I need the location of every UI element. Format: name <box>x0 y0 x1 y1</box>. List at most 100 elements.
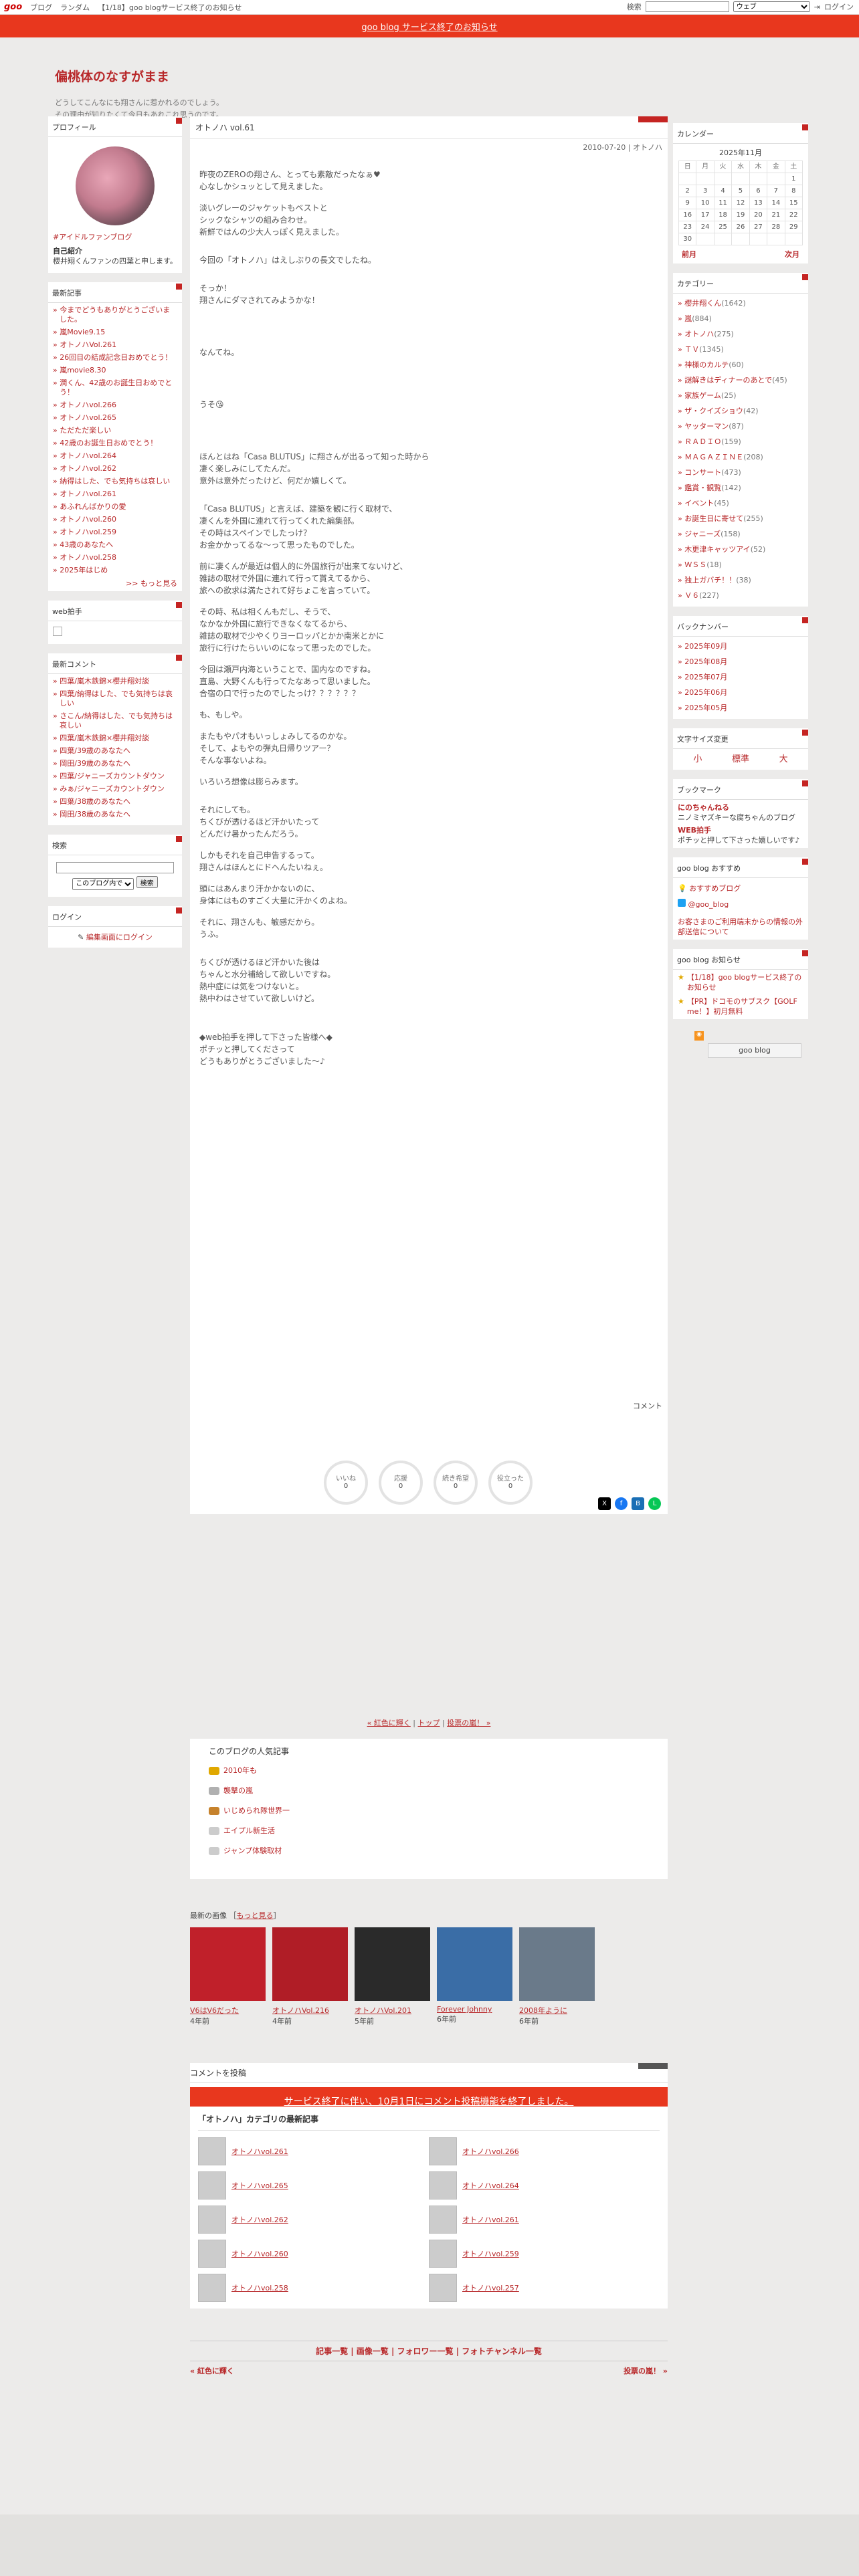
thumb-title[interactable]: Forever Johnny <box>437 2005 512 2014</box>
category-name[interactable]: 謎解きはディナーのあとで <box>684 376 772 385</box>
recent-comment-item[interactable]: 岡田/38歳のあなたへ <box>53 810 177 819</box>
category-item[interactable]: 鑑賞・観覧(142) <box>678 481 803 495</box>
calendar-day[interactable]: 25 <box>713 221 733 233</box>
latest-images-more[interactable]: もっと見る <box>237 1911 274 1920</box>
category-article-item[interactable]: オトノハvol.258 <box>198 2274 429 2302</box>
thumb-image[interactable] <box>437 1927 512 2001</box>
calendar-day[interactable]: 21 <box>767 209 785 221</box>
category-name[interactable]: ＭＡＧＡＺＩＮＥ <box>684 453 743 461</box>
category-article-title[interactable]: オトノハvol.264 <box>462 2180 519 2191</box>
calendar-day[interactable]: 8 <box>784 185 803 197</box>
calendar-day[interactable]: 5 <box>731 185 750 197</box>
thumb-title[interactable]: 2008年ように <box>519 2005 595 2016</box>
category-name[interactable]: ＴＶ <box>684 345 699 354</box>
category-item[interactable]: 嵐(884) <box>678 312 803 326</box>
category-article-title[interactable]: オトノハvol.261 <box>231 2146 288 2157</box>
popular-item-title[interactable]: エイプル新生活 <box>223 1821 275 1841</box>
category-item[interactable]: Ｖ６(227) <box>678 588 803 603</box>
comment-closed-text[interactable]: サービス終了に伴い、10月1日にコメント投稿機能を終了しました。 <box>284 2097 574 2107</box>
info-link-1[interactable]: 【1/18】goo blogサービス終了のお知らせ <box>687 972 803 992</box>
category-article-item[interactable]: オトノハvol.259 <box>429 2240 660 2268</box>
recent-comment-item[interactable]: 四葉/ジャニーズカウントダウン <box>53 772 177 781</box>
category-item[interactable]: ジャニーズ(158) <box>678 527 803 541</box>
topbar-link-news[interactable]: 【1/18】goo blogサービス終了のお知らせ <box>98 2 242 13</box>
twitter-link[interactable]: @goo_blog <box>688 900 729 909</box>
calendar-day[interactable]: 15 <box>784 197 803 209</box>
calendar-day[interactable]: 9 <box>678 197 697 209</box>
recent-comment-item[interactable]: 四葉/39歳のあなたへ <box>53 746 177 756</box>
pager-top-link[interactable]: トップ <box>418 1719 440 1727</box>
recent-comment-item[interactable]: みぁ/ジャニーズカウントダウン <box>53 784 177 794</box>
line-share-icon[interactable]: L <box>648 1497 661 1510</box>
category-item[interactable]: ＭＡＧＡＺＩＮＥ(208) <box>678 450 803 464</box>
category-item[interactable]: お誕生日に寄せて(255) <box>678 512 803 526</box>
category-name[interactable]: ザ・クイズショウ <box>684 407 743 415</box>
topbar-link-random[interactable]: ランダム <box>60 2 90 13</box>
font-large-button[interactable]: 大 <box>779 754 788 764</box>
external-info-link[interactable]: お客さまのご利用端末からの情報の外部送信について <box>678 918 803 936</box>
recent-comment-item[interactable]: 四葉/38歳のあなたへ <box>53 797 177 807</box>
recent-post-item[interactable]: 42歳のお誕生日おめでとう！ <box>53 439 177 448</box>
category-name[interactable]: ＷＳＳ <box>684 560 706 569</box>
calendar-day[interactable]: 6 <box>749 185 768 197</box>
bookmark-link-1[interactable]: にのちゃんねる <box>678 802 803 813</box>
calendar-day[interactable]: 13 <box>749 197 768 209</box>
recent-post-item[interactable]: あふれんばかりの愛 <box>53 502 177 512</box>
goo-logo[interactable]: goo <box>4 2 22 12</box>
recent-post-item[interactable]: オトノハvol.266 <box>53 401 177 410</box>
calendar-day[interactable]: 30 <box>678 233 697 245</box>
recent-comment-item[interactable]: 四葉/嵐木鉄錦×櫻井翔対談 <box>53 734 177 743</box>
category-article-item[interactable]: オトノハvol.261 <box>198 2137 429 2165</box>
category-article-title[interactable]: オトノハvol.262 <box>231 2214 288 2225</box>
category-article-item[interactable]: オトノハvol.266 <box>429 2137 660 2165</box>
font-small-button[interactable]: 小 <box>693 754 702 764</box>
category-item[interactable]: ヤッターマン(87) <box>678 419 803 433</box>
category-article-title[interactable]: オトノハvol.261 <box>462 2214 519 2225</box>
category-article-item[interactable]: オトノハvol.261 <box>429 2206 660 2234</box>
popular-item-title[interactable]: 2010年も <box>223 1761 257 1781</box>
category-name[interactable]: 神様のカルテ <box>684 360 729 369</box>
category-item[interactable]: イベント(45) <box>678 496 803 510</box>
recent-comment-item[interactable]: さこん/納得はした、でも気持ちは哀しい <box>53 712 177 730</box>
category-item[interactable]: 謎解きはディナーのあとで(45) <box>678 373 803 387</box>
calendar-day[interactable]: 20 <box>749 209 768 221</box>
category-item[interactable]: オトノハ(275) <box>678 327 803 341</box>
bookmark-link-2[interactable]: WEB拍手 <box>678 825 803 835</box>
recent-comment-item[interactable]: 四葉/納得はした、でも気持ちは哀しい <box>53 689 177 708</box>
category-name[interactable]: 独上ガバチ！！ <box>684 576 736 584</box>
thumb-image[interactable] <box>519 1927 595 2001</box>
topbar-search-input[interactable] <box>645 1 729 12</box>
calendar-day[interactable]: 17 <box>696 209 714 221</box>
image-thumb[interactable]: 2008年ように 6年前 <box>519 1927 595 2026</box>
category-item[interactable]: 神様のカルテ(60) <box>678 358 803 372</box>
category-item[interactable]: 家族ゲーム(25) <box>678 389 803 403</box>
recent-comment-item[interactable]: 四葉/嵐木鉄錦×櫻井翔対談 <box>53 677 177 686</box>
blog-search-button[interactable]: 検索 <box>136 876 158 888</box>
calendar-day[interactable]: 26 <box>731 221 750 233</box>
image-thumb[interactable]: オトノハVol.216 4年前 <box>272 1927 348 2026</box>
recent-post-item[interactable]: 納得はした、でも気持ちは哀しい <box>53 477 177 486</box>
category-name[interactable]: オトノハ <box>684 330 714 338</box>
recent-post-item[interactable]: 43歳のあなたへ <box>53 540 177 550</box>
popular-item-title[interactable]: いじめられ隊世界一 <box>223 1801 290 1821</box>
calendar-day[interactable]: 3 <box>696 185 714 197</box>
calendar-day[interactable]: 19 <box>731 209 750 221</box>
thumb-title[interactable]: V6はV6だった <box>190 2005 266 2016</box>
calendar-day[interactable]: 24 <box>696 221 714 233</box>
calendar-day[interactable]: 2 <box>678 185 697 197</box>
recent-post-item[interactable]: 今までどうもありがとうございました。 <box>53 306 177 324</box>
calendar-day[interactable]: 7 <box>767 185 785 197</box>
recent-post-item[interactable]: 潤くん、42歳のお誕生日おめでとう！ <box>53 379 177 397</box>
recent-post-item[interactable]: 26回目の結成記念日おめでとう！ <box>53 353 177 362</box>
category-name[interactable]: ジャニーズ <box>684 530 721 538</box>
topbar-link-blog[interactable]: ブログ <box>30 2 52 13</box>
thumb-image[interactable] <box>190 1927 266 2001</box>
image-thumb[interactable]: V6はV6だった 4年前 <box>190 1927 266 2026</box>
recent-post-item[interactable]: 嵐movie8.30 <box>53 366 177 375</box>
gooblog-badge[interactable]: goo blog <box>708 1043 801 1058</box>
article-title[interactable]: オトノハ vol.61 <box>190 116 668 139</box>
calendar-day[interactable]: 14 <box>767 197 785 209</box>
category-item[interactable]: 櫻井翔くん(1642) <box>678 296 803 310</box>
more-posts-link[interactable]: >> もっと見る <box>53 578 177 588</box>
category-article-title[interactable]: オトノハvol.257 <box>462 2282 519 2293</box>
